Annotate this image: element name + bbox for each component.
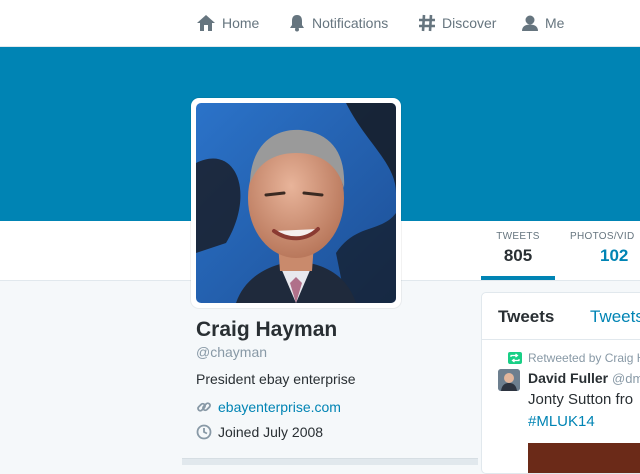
stat-tweets-label: TWEETS: [496, 231, 540, 242]
clock-icon: [196, 424, 212, 440]
hashtag-icon: [419, 14, 435, 32]
tweet-hashtag-link[interactable]: #MLUK14: [528, 413, 595, 430]
nav-discover[interactable]: Discover: [418, 12, 496, 34]
profile-avatar-frame: [191, 98, 401, 308]
profile-bio: President ebay enterprise: [196, 371, 356, 387]
stat-photos-value: 102: [600, 246, 629, 265]
nav-me[interactable]: Me: [521, 12, 564, 34]
timeline-card: Tweets Tweets Retweeted by Craig H David…: [481, 292, 640, 474]
nav-notifications-label: Notifications: [312, 15, 389, 31]
nav-home[interactable]: Home: [196, 12, 259, 34]
active-tab-indicator: [481, 276, 555, 280]
tweet-text: Jonty Sutton fro: [528, 391, 634, 408]
home-icon: [197, 15, 215, 31]
nav-home-label: Home: [222, 15, 260, 31]
profile-full-name[interactable]: Craig Hayman: [196, 318, 337, 342]
tab-tweets[interactable]: Tweets: [498, 307, 554, 327]
nav-discover-label: Discover: [442, 15, 497, 31]
profile-join-date-row: Joined July 2008: [196, 424, 323, 440]
tweet-author-name[interactable]: David Fuller: [528, 370, 608, 386]
retweeted-by-text: Retweeted by Craig H: [528, 351, 640, 365]
avatar-photo: [196, 103, 396, 303]
nav-me-label: Me: [545, 15, 565, 31]
tweet-author[interactable]: David Fuller @dm: [528, 370, 640, 386]
profile-url-row: ebayenterprise.com: [196, 399, 341, 415]
profile-avatar[interactable]: [196, 103, 396, 303]
link-icon: [197, 402, 211, 412]
profile-screen-name[interactable]: @chayman: [196, 344, 267, 360]
bell-icon: [290, 15, 304, 32]
person-icon: [522, 15, 538, 31]
nav-notifications[interactable]: Notifications: [288, 12, 388, 34]
profile-join-date: Joined July 2008: [218, 424, 324, 440]
stat-photos-videos[interactable]: PHOTOS/VID 102: [570, 231, 640, 266]
top-navigation-bar: Home Notifications Discover Me: [0, 0, 640, 47]
stat-tweets[interactable]: TWEETS 805: [481, 231, 555, 266]
timeline-tabs: Tweets Tweets: [482, 293, 640, 340]
stat-photos-label: PHOTOS/VID: [570, 231, 635, 242]
tab-tweets-replies[interactable]: Tweets: [590, 307, 640, 327]
retweet-icon: [508, 352, 522, 364]
stat-tweets-value: 805: [503, 246, 533, 265]
tweet-author-avatar[interactable]: [498, 369, 520, 391]
tweet-author-handle: @dm: [612, 371, 640, 386]
retweet-context: Retweeted by Craig H: [508, 351, 640, 365]
profile-website-link[interactable]: ebayenterprise.com: [218, 399, 341, 415]
tweet-media-image[interactable]: [528, 443, 640, 473]
profile-card-edge: [182, 458, 478, 465]
